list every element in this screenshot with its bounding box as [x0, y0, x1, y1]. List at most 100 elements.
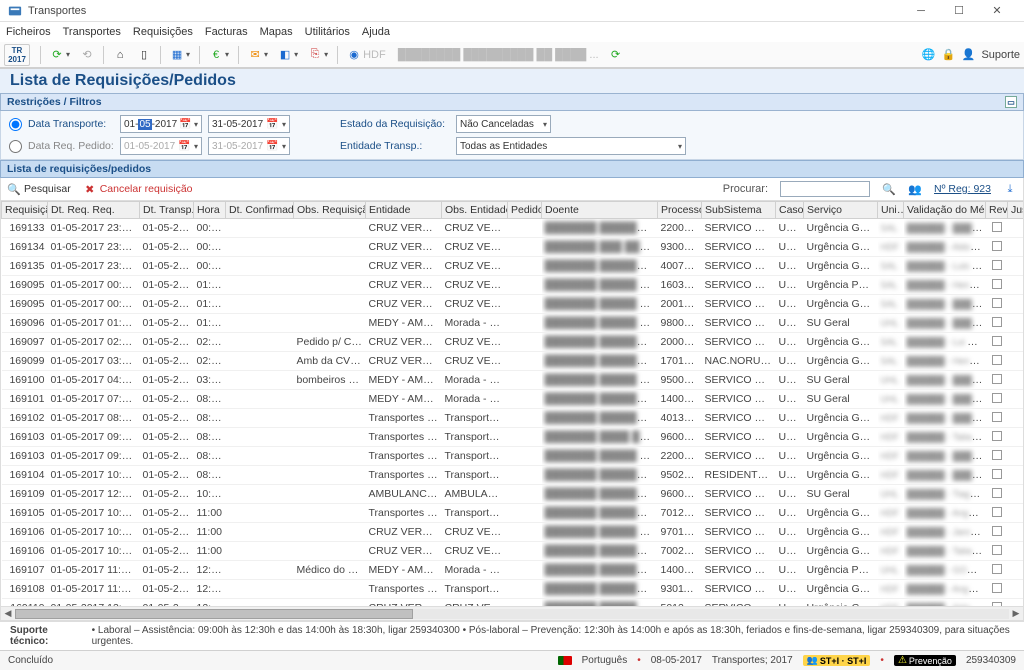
- table-row[interactable]: 16910301-05-2017 09:15:3601-05-201708:00…: [2, 447, 1024, 466]
- search-go-icon[interactable]: 🔍: [882, 182, 896, 196]
- label-data-req-pedido: Data Req. Pedido:: [28, 140, 114, 152]
- users-icon[interactable]: 👥: [908, 182, 922, 196]
- horizontal-scrollbar[interactable]: ◀ ▶: [0, 607, 1024, 621]
- scroll-right-button[interactable]: ▶: [1009, 608, 1023, 619]
- column-header[interactable]: Obs. Requisição: [294, 202, 366, 219]
- column-header[interactable]: Uni…: [878, 202, 904, 219]
- globe-icon[interactable]: 🌐: [921, 48, 935, 62]
- column-header[interactable]: Requisição: [2, 202, 48, 219]
- location-refresh-button[interactable]: ⟳: [606, 46, 626, 64]
- table-row[interactable]: 16910301-05-2017 09:15:3601-05-201708:00…: [2, 428, 1024, 447]
- menu-mapas[interactable]: Mapas: [260, 26, 293, 38]
- euro-icon: €: [209, 48, 223, 62]
- select-estado[interactable]: Não Canceladas▾: [456, 115, 551, 133]
- collapse-filters-button[interactable]: ▭: [1005, 96, 1017, 108]
- column-header[interactable]: Serviço: [804, 202, 878, 219]
- chart-icon: ◧: [278, 48, 292, 62]
- location-chip[interactable]: ◉HDF ████████ █████████ ██ ████ ...: [344, 46, 601, 64]
- column-header[interactable]: Obs. Entidade: [442, 202, 508, 219]
- menu-transportes[interactable]: Transportes: [63, 26, 121, 38]
- status-lang: Português: [582, 655, 628, 666]
- column-header[interactable]: Hora: [194, 202, 226, 219]
- table-row[interactable]: 16910601-05-2017 10:48:2001-05-201711:00…: [2, 542, 1024, 561]
- column-header[interactable]: Rev…: [986, 202, 1008, 219]
- procurar-input[interactable]: [780, 181, 870, 197]
- support-text: • Laboral – Assistência: 09:00h às 12:30…: [92, 625, 1014, 647]
- table-row[interactable]: 16911001-05-2017 13:03:0501-05-201712:00…: [2, 599, 1024, 608]
- org-button[interactable]: ▦▾: [167, 46, 193, 64]
- column-header[interactable]: Dt. Req. Req.: [48, 202, 140, 219]
- table-row[interactable]: 16913501-05-2017 23:46:4801-05-201700:00…: [2, 257, 1024, 276]
- table-row[interactable]: 16910101-05-2017 07:33:0901-05-201708:00…: [2, 390, 1024, 409]
- mail-button[interactable]: ✉▾: [245, 46, 271, 64]
- column-header[interactable]: Justif. Revisão ST: [1008, 202, 1024, 219]
- refresh-button[interactable]: ⟳▾: [47, 46, 73, 64]
- date-transporte-to[interactable]: 31-05-2017📅▾: [208, 115, 290, 133]
- data-grid[interactable]: RequisiçãoDt. Req. Req.Dt. Transp.HoraDt…: [0, 201, 1024, 607]
- page-button[interactable]: ▯: [134, 46, 154, 64]
- table-row[interactable]: 16909501-05-2017 00:47:2601-05-201701:00…: [2, 276, 1024, 295]
- column-header[interactable]: Entidade: [366, 202, 442, 219]
- column-header[interactable]: Caso: [776, 202, 804, 219]
- procurar-label: Procurar:: [723, 183, 768, 195]
- window-close-button[interactable]: ✕: [978, 0, 1016, 22]
- badge-sti[interactable]: 👥 ST+I · ST+I: [803, 655, 871, 666]
- menu-ajuda[interactable]: Ajuda: [362, 26, 390, 38]
- table-row[interactable]: 16909501-05-2017 00:47:2601-05-201701:00…: [2, 295, 1024, 314]
- radio-data-transporte[interactable]: [9, 118, 22, 131]
- table-row[interactable]: 16909701-05-2017 02:07:4601-05-201702:00…: [2, 333, 1024, 352]
- table-row[interactable]: 16910401-05-2017 10:42:0801-05-201708:00…: [2, 466, 1024, 485]
- select-entidade[interactable]: Todas as Entidades▾: [456, 137, 686, 155]
- lock-icon[interactable]: 🔒: [941, 48, 955, 62]
- date-transporte-from[interactable]: 01-05-2017📅▾: [120, 115, 202, 133]
- app-logo[interactable]: TR2017: [4, 44, 30, 66]
- org-icon: ▦: [170, 48, 184, 62]
- cancelar-button[interactable]: ✖Cancelar requisição: [83, 182, 193, 196]
- table-row[interactable]: 16910501-05-2017 10:44:1601-05-201711:00…: [2, 504, 1024, 523]
- table-row[interactable]: 16913401-05-2017 23:26:5301-05-201700:00…: [2, 238, 1024, 257]
- table-row[interactable]: 16910601-05-2017 10:48:2001-05-201711:00…: [2, 523, 1024, 542]
- home-button[interactable]: ⌂: [110, 46, 130, 64]
- chart-button[interactable]: ◧▾: [275, 46, 301, 64]
- menu-facturas[interactable]: Facturas: [205, 26, 248, 38]
- column-header[interactable]: Processo: [658, 202, 702, 219]
- badge-prevencao[interactable]: ⚠Prevenção: [894, 655, 956, 666]
- menubar: Ficheiros Transportes Requisições Factur…: [0, 22, 1024, 42]
- table-row[interactable]: 16909601-05-2017 01:30:1701-05-201701:00…: [2, 314, 1024, 333]
- user-icon[interactable]: 👤: [961, 48, 975, 62]
- export-icon[interactable]: ⤓: [1003, 182, 1017, 196]
- window-maximize-button[interactable]: ☐: [940, 0, 978, 22]
- window-titlebar: Transportes ─ ☐ ✕: [0, 0, 1024, 22]
- column-header[interactable]: Dt. Confirmada: [226, 202, 294, 219]
- table-row[interactable]: 16910201-05-2017 08:48:4601-05-201708:00…: [2, 409, 1024, 428]
- table-row[interactable]: 16910801-05-2017 11:59:3901-05-201712:00…: [2, 580, 1024, 599]
- pdf-button[interactable]: ⎘▾: [305, 46, 331, 64]
- table-row[interactable]: 16910901-05-2017 12:28:2201-05-201710:00…: [2, 485, 1024, 504]
- pesquisar-button[interactable]: 🔍Pesquisar: [7, 182, 71, 196]
- column-header[interactable]: Dt. Transp.: [140, 202, 194, 219]
- support-link[interactable]: Suporte: [981, 49, 1020, 61]
- flag-icon: [558, 656, 572, 665]
- scroll-left-button[interactable]: ◀: [1, 608, 15, 619]
- menu-requisicoes[interactable]: Requisições: [133, 26, 193, 38]
- table-row[interactable]: 16909901-05-2017 03:02:1301-05-201702:00…: [2, 352, 1024, 371]
- table-row[interactable]: 16910701-05-2017 11:49:5101-05-201712:00…: [2, 561, 1024, 580]
- table-row[interactable]: 16913301-05-2017 23:15:5001-05-201700:00…: [2, 219, 1024, 238]
- table-row[interactable]: 16910001-05-2017 04:11:0201-05-201703:00…: [2, 371, 1024, 390]
- date-req-from[interactable]: 01-05-2017📅▾: [120, 137, 202, 155]
- window-minimize-button[interactable]: ─: [902, 0, 940, 22]
- refresh-icon: ⟳: [50, 48, 64, 62]
- support-info: Suporte técnico: • Laboral – Assistência…: [0, 621, 1024, 650]
- column-header[interactable]: SubSistema: [702, 202, 776, 219]
- radio-data-req-pedido[interactable]: [9, 140, 22, 153]
- pdf-icon: ⎘: [308, 48, 322, 62]
- date-req-to[interactable]: 31-05-2017📅▾: [208, 137, 290, 155]
- column-header[interactable]: Validação do Médico: [904, 202, 986, 219]
- column-header[interactable]: Pedido: [508, 202, 542, 219]
- menu-utilitarios[interactable]: Utilitários: [305, 26, 350, 38]
- record-count[interactable]: Nº Reg: 923: [934, 183, 991, 195]
- euro-button[interactable]: €▾: [206, 46, 232, 64]
- sync-button[interactable]: ⟲: [77, 46, 97, 64]
- column-header[interactable]: Doente: [542, 202, 658, 219]
- menu-ficheiros[interactable]: Ficheiros: [6, 26, 51, 38]
